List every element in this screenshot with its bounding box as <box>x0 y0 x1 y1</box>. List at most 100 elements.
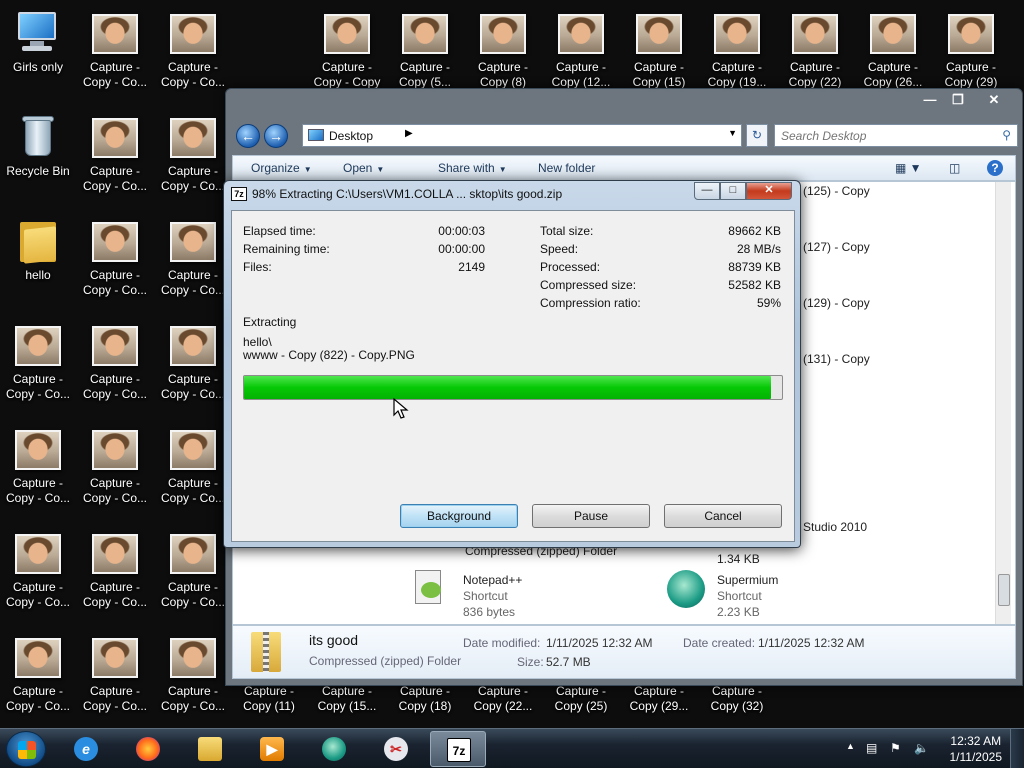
desktop-icon[interactable]: Capture - Copy - Co... <box>154 638 232 738</box>
speed-label: Speed: <box>540 242 579 256</box>
system-clock[interactable]: 12:32 AM 1/11/2025 <box>950 733 1003 765</box>
supermium-icon[interactable] <box>665 568 709 610</box>
close-icon[interactable]: ✕ <box>972 91 1016 109</box>
desktop-icon[interactable]: Capture - Copy - Co... <box>154 222 232 322</box>
desktop-icon-label: Capture - Copy - Co... <box>160 580 226 609</box>
refresh-button[interactable]: ↻ <box>746 124 768 147</box>
image-thumbnail-icon <box>92 326 138 366</box>
desktop-icon[interactable]: Capture - Copy - Co... <box>154 534 232 634</box>
taskbar-supermium[interactable] <box>306 731 362 767</box>
search-box[interactable]: ⚲ <box>774 124 1018 147</box>
desktop-icon-label[interactable]: Capture - Copy (15... <box>308 684 386 716</box>
desktop-icon[interactable]: Capture - Copy - Co... <box>154 326 232 426</box>
image-thumbnail-icon <box>15 638 61 678</box>
taskbar-7zip[interactable]: 7z <box>430 731 486 767</box>
desktop-icon[interactable]: Capture - Copy - Co... <box>76 326 154 426</box>
status-heading: Extracting <box>243 315 297 329</box>
firefox-icon <box>136 737 160 761</box>
desktop-icon-label[interactable]: Capture - Copy (29... <box>620 684 698 716</box>
back-arrow-icon[interactable]: ← <box>236 124 260 148</box>
speaker-muted-icon[interactable]: 🔈 <box>914 741 929 755</box>
desktop-icon[interactable]: Capture - Copy - Co... <box>76 118 154 218</box>
desktop-icon[interactable]: Capture - Copy - Co... <box>0 430 77 530</box>
taskbar-media-player[interactable]: ▶ <box>244 731 300 767</box>
desktop-icon[interactable]: Capture - Copy - Co... <box>76 638 154 738</box>
desktop-icon[interactable]: Capture - Copy - Co... <box>154 14 232 114</box>
breadcrumb-arrow-icon[interactable]: ▶ <box>405 128 413 139</box>
search-input[interactable] <box>781 126 991 146</box>
desktop-icon-label: Capture - Copy - Copy <box>313 60 381 89</box>
minimize-icon[interactable]: — <box>916 91 944 109</box>
list-item[interactable]: (129) - Copy <box>803 296 870 310</box>
show-desktop-button[interactable] <box>1010 729 1024 768</box>
desktop-icon-label[interactable]: Capture - Copy (11) <box>230 684 308 716</box>
desktop-icon[interactable]: Capture - Copy - Co... <box>0 534 77 634</box>
search-icon[interactable]: ⚲ <box>1002 128 1011 142</box>
desktop-icon-label[interactable]: Capture - Copy (25) <box>542 684 620 716</box>
desktop-icon[interactable]: Capture - Copy - Co... <box>76 430 154 530</box>
scrollbar-thumb[interactable] <box>998 574 1010 606</box>
compressed-size-label: Compressed size: <box>540 278 637 292</box>
progress-bar <box>243 375 783 400</box>
taskbar-snipping-tool[interactable]: ✂ <box>368 731 424 767</box>
desktop-icon[interactable]: Girls only <box>0 10 77 110</box>
list-item[interactable]: (127) - Copy <box>803 240 870 254</box>
action-center-flag-icon[interactable]: ⚑ <box>890 741 901 755</box>
pause-button[interactable]: Pause <box>532 504 650 528</box>
total-size-label: Total size: <box>540 224 594 238</box>
taskbar-explorer[interactable] <box>182 731 238 767</box>
taskbar: e ▶ ✂ 7z ▲ ▤ ⚑ 🔈 12:32 AM 1/11/2025 <box>0 728 1024 768</box>
desktop-icon-label: Capture - Copy - Co... <box>82 372 148 401</box>
forward-arrow-icon[interactable]: → <box>264 124 288 148</box>
desktop-icon-label: Recycle Bin <box>6 164 70 178</box>
desktop-icon[interactable]: hello <box>0 218 77 318</box>
desktop-icon[interactable]: Capture - Copy - Co... <box>76 14 154 114</box>
image-thumbnail-icon <box>170 222 216 262</box>
desktop-icon-label[interactable]: Capture - Copy (22... <box>464 684 542 716</box>
desktop-icon-label[interactable]: Capture - Copy (18) <box>386 684 464 716</box>
list-item[interactable]: (125) - Copy <box>803 184 870 198</box>
list-item[interactable]: (131) - Copy <box>803 352 870 366</box>
address-dropdown-icon[interactable]: ▼ <box>728 128 737 138</box>
taskbar-internet-explorer[interactable]: e <box>58 731 114 767</box>
extract-progress-dialog: 7z 98% Extracting C:\Users\VM1.COLLA ...… <box>223 180 801 548</box>
preview-pane-icon[interactable]: ◫ <box>949 161 960 175</box>
desktop-icon-label: Capture - Copy (5... <box>398 60 452 89</box>
desktop-icon[interactable]: Capture - Copy - Co... <box>154 118 232 218</box>
start-button[interactable] <box>6 731 46 767</box>
organize-menu[interactable]: Organize ▼ <box>251 161 312 175</box>
remaining-time-value: 00:00:00 <box>438 242 485 256</box>
open-menu[interactable]: Open ▼ <box>343 161 384 175</box>
new-folder-button[interactable]: New folder <box>538 161 595 175</box>
background-button[interactable]: Background <box>400 504 518 528</box>
item-size: 2.23 KB <box>717 605 760 619</box>
list-item-notepad[interactable]: Notepad++ Shortcut 836 bytes <box>463 572 522 620</box>
compressed-size-value: 52582 KB <box>728 278 781 292</box>
desktop-icon[interactable]: Capture - Copy - Co... <box>76 534 154 634</box>
desktop-icon-label[interactable]: Capture - Copy (32) <box>698 684 776 716</box>
cancel-button[interactable]: Cancel <box>664 504 782 528</box>
vertical-scrollbar[interactable] <box>995 182 1011 624</box>
item-name: Notepad++ <box>463 573 523 587</box>
desktop-icon[interactable]: Recycle Bin <box>0 114 77 214</box>
taskbar-firefox[interactable] <box>120 731 176 767</box>
mouse-cursor-icon <box>393 398 409 419</box>
list-item-supermium[interactable]: Supermium Shortcut 2.23 KB <box>717 572 778 620</box>
image-thumbnail-icon <box>15 430 61 470</box>
help-icon[interactable]: ? <box>987 160 1003 176</box>
notepad-plus-plus-icon[interactable] <box>409 568 449 610</box>
show-hidden-icons-icon[interactable]: ▲ <box>846 741 855 751</box>
desktop-icon[interactable]: Capture - Copy - Co... <box>154 430 232 530</box>
desktop-icon[interactable]: Capture - Copy - Co... <box>76 222 154 322</box>
list-item[interactable]: Studio 2010 <box>803 520 867 534</box>
address-bar[interactable]: Desktop ▶ ▼ <box>302 124 742 147</box>
view-options-icon[interactable]: ▦ ▼ <box>895 161 922 175</box>
desktop-icon[interactable]: Capture - Copy - Co... <box>0 326 77 426</box>
desktop-icon[interactable]: Capture - Copy - Co... <box>0 638 77 738</box>
share-with-menu[interactable]: Share with ▼ <box>438 161 507 175</box>
network-icon[interactable]: ▤ <box>866 741 877 755</box>
maximize-icon[interactable]: □ <box>720 182 746 200</box>
maximize-icon[interactable]: ❐ <box>944 91 972 109</box>
close-icon[interactable]: ✕ <box>746 182 792 200</box>
minimize-icon[interactable]: — <box>694 182 720 200</box>
